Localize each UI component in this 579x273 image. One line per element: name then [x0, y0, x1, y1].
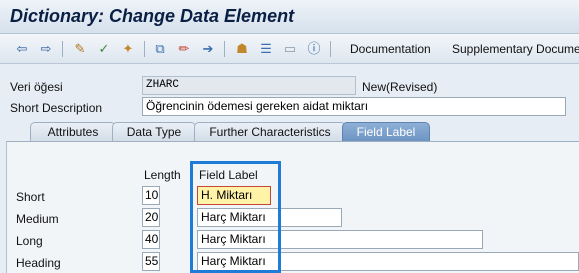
application-toolbar: ⇦ ⇨ ✎ ✓ ✦ ⧉ ✏ ➔ ☗ ☰ ▭ ⓘ Documentation Su…	[0, 34, 579, 64]
activate-icon[interactable]: ✦	[120, 41, 136, 57]
tab-field-label[interactable]: Field Label	[342, 122, 430, 141]
toolbar-separator	[330, 41, 331, 57]
tab-data-type[interactable]: Data Type	[112, 122, 196, 141]
field-label-highlight-box	[190, 161, 281, 273]
short-length-field[interactable]: 10	[142, 186, 160, 205]
info-icon[interactable]: ⓘ	[306, 41, 322, 57]
long-length-field[interactable]: 40	[142, 230, 160, 249]
list-icon[interactable]: ☰	[258, 41, 274, 57]
data-element-field: ZHARC	[142, 76, 356, 95]
medium-label: Medium	[16, 212, 59, 226]
data-element-label: Veri öğesi	[10, 80, 63, 94]
toolbar-separator	[144, 41, 145, 57]
medium-length-field[interactable]: 20	[142, 208, 160, 227]
long-label: Long	[16, 234, 43, 248]
back-arrow-icon[interactable]: ⇦	[14, 41, 30, 57]
where-used-icon[interactable]: ➔	[200, 41, 216, 57]
toolbar-separator	[224, 41, 225, 57]
other-object-icon[interactable]: ⧉	[152, 41, 168, 57]
short-description-field[interactable]: Öğrencinin ödemesi gereken aidat miktarı	[142, 97, 566, 116]
supplementary-documentation-button[interactable]: Supplementary Docume	[452, 42, 579, 56]
tab-attributes[interactable]: Attributes	[30, 122, 116, 141]
status-text: New(Revised)	[362, 80, 438, 94]
toolbar-separator	[62, 41, 63, 57]
length-column-header: Length	[144, 168, 181, 182]
heading-length-field[interactable]: 55	[142, 252, 160, 271]
short-description-label: Short Description	[10, 101, 103, 115]
frame-icon[interactable]: ▭	[282, 41, 298, 57]
heading-label: Heading	[16, 256, 61, 270]
hierarchy-icon[interactable]: ☗	[234, 41, 250, 57]
short-label: Short	[16, 190, 45, 204]
tab-further-characteristics[interactable]: Further Characteristics	[194, 122, 346, 141]
documentation-button[interactable]: Documentation	[350, 42, 431, 56]
forward-arrow-icon[interactable]: ⇨	[38, 41, 54, 57]
window-title: Dictionary: Change Data Element	[10, 6, 295, 26]
pencil-icon[interactable]: ✏	[176, 41, 192, 57]
check-icon[interactable]: ✓	[96, 41, 112, 57]
title-bar: Dictionary: Change Data Element	[0, 0, 579, 34]
display-change-icon[interactable]: ✎	[72, 41, 88, 57]
